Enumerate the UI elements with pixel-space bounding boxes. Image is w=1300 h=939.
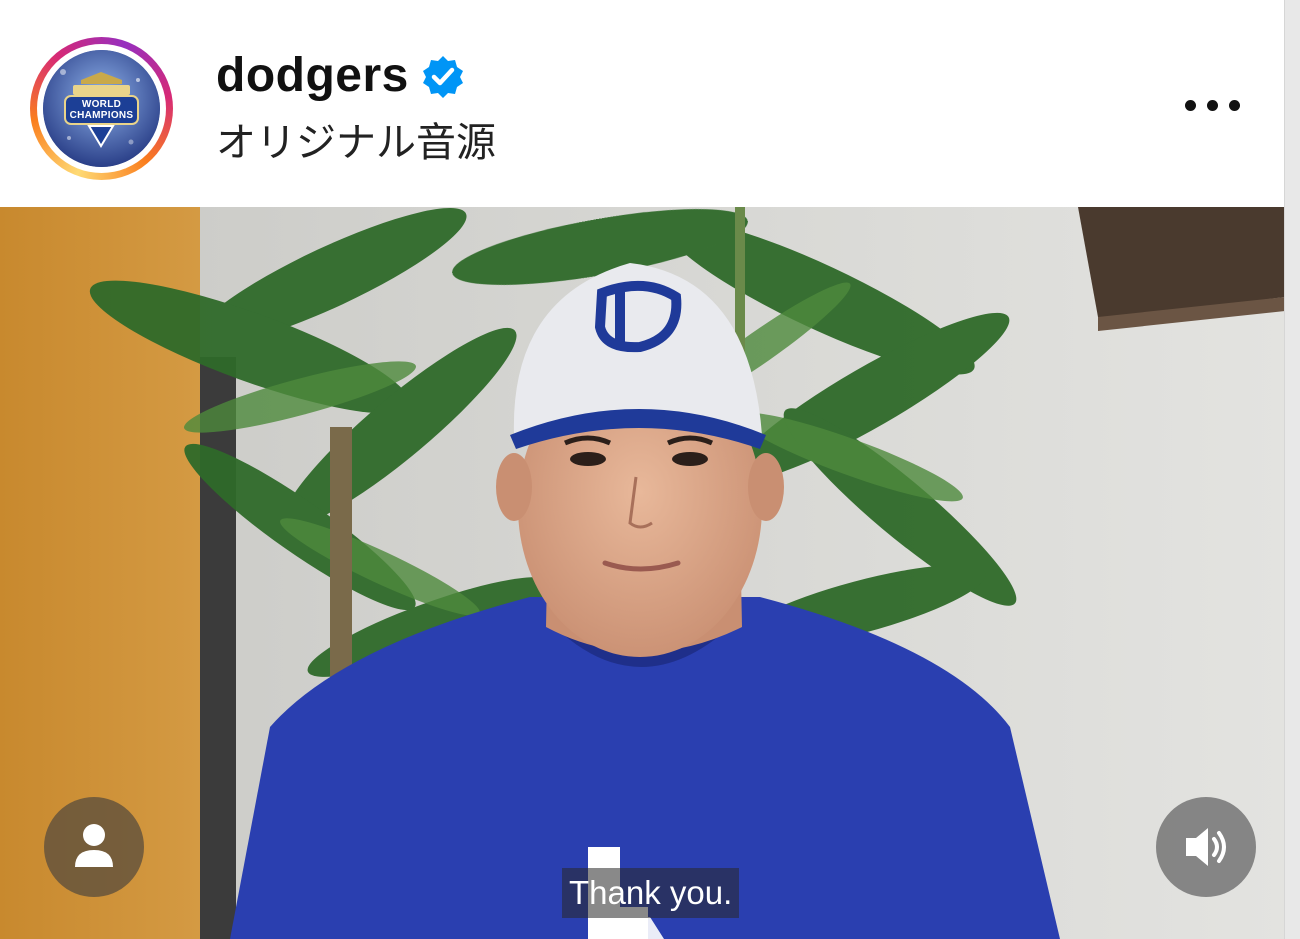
- instagram-post: WORLD CHAMPIONS dodgers オリジナル音源 Thank yo…: [0, 0, 1300, 939]
- user-icon: [75, 824, 113, 867]
- video-frame: [0, 207, 1285, 939]
- username-link[interactable]: dodgers: [216, 46, 409, 106]
- more-options-icon: [1229, 100, 1240, 111]
- verified-badge-icon: [423, 56, 463, 98]
- avatar-logo-text: WORLD CHAMPIONS: [69, 99, 134, 121]
- more-options-button[interactable]: [1175, 84, 1251, 128]
- avatar-border: WORLD CHAMPIONS: [37, 44, 166, 173]
- more-options-icon: [1185, 100, 1196, 111]
- post-header: WORLD CHAMPIONS dodgers オリジナル音源: [0, 0, 1285, 207]
- video-caption: Thank you.: [562, 868, 740, 918]
- speaker-on-icon: [1186, 828, 1226, 866]
- original-audio-link[interactable]: オリジナル音源: [216, 116, 496, 170]
- more-options-icon: [1207, 100, 1218, 111]
- world-champions-logo-icon: WORLD CHAMPIONS: [43, 50, 160, 167]
- audio-toggle-button[interactable]: [1156, 797, 1256, 897]
- scrollbar[interactable]: [1284, 0, 1300, 939]
- video-player[interactable]: [0, 207, 1285, 939]
- tagged-users-button[interactable]: [44, 797, 144, 897]
- profile-avatar[interactable]: WORLD CHAMPIONS: [30, 37, 173, 180]
